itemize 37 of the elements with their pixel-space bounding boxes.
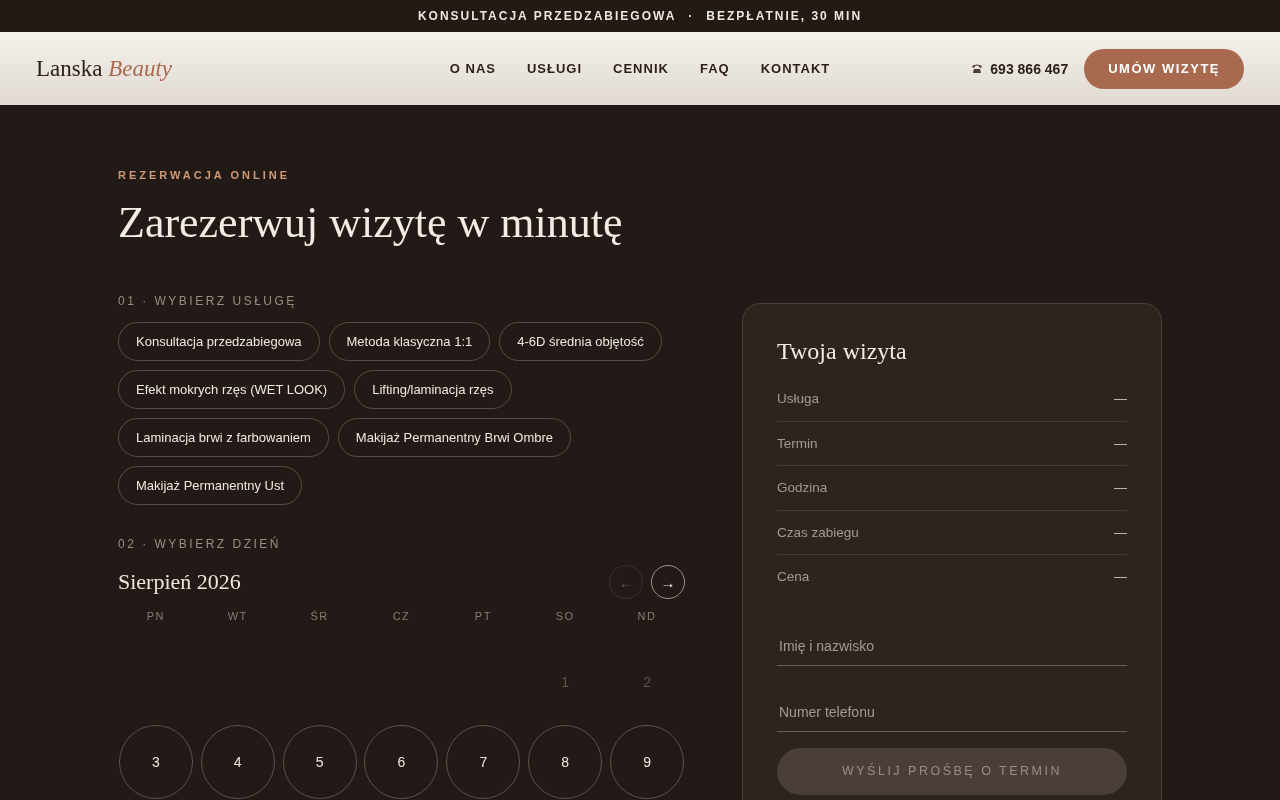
separator-dot: · <box>688 9 695 23</box>
input-field[interactable]: Imię i nazwisko <box>777 619 1127 666</box>
weekday-label: PN <box>146 609 166 624</box>
summary-value: — <box>1114 524 1127 540</box>
logo[interactable]: Lanska Beauty <box>36 55 336 82</box>
summary-label: Cena <box>777 569 810 585</box>
weekday-label: PT <box>474 609 492 624</box>
input-field[interactable]: Numer telefonu <box>777 685 1127 732</box>
weekday-label: SO <box>555 609 575 624</box>
section-eyebrow: REZERWACJA ONLINE <box>118 169 291 181</box>
summary-value: — <box>1114 569 1127 585</box>
summary-label: Termin <box>777 435 818 451</box>
summary-label: Godzina <box>777 480 828 496</box>
nav-link[interactable]: USŁUGI <box>526 61 583 76</box>
weekday-label: WT <box>227 609 248 624</box>
announcement-detail: BEZPŁATNIE, 30 MIN <box>706 9 863 23</box>
summary-value: — <box>1114 435 1127 451</box>
nav-link[interactable]: KONTAKT <box>760 61 831 76</box>
weekday-label: ND <box>637 609 657 624</box>
announcement-text: KONSULTACJA PRZEDZABIEGOWA <box>417 9 677 23</box>
summary-value: — <box>1114 480 1127 496</box>
phone-link[interactable]: 693 866 467 <box>971 60 1069 77</box>
nav-link[interactable]: FAQ <box>699 61 730 76</box>
nav-link[interactable]: O NAS <box>449 61 496 76</box>
summary-value: — <box>1114 391 1127 407</box>
summary-label: Czas zabiegu <box>777 524 859 540</box>
weekday-label: CZ <box>392 609 411 624</box>
step-label: 02 · WYBIERZ DZIEŃ <box>118 537 282 551</box>
step-label: 01 · WYBIERZ USŁUGĘ <box>118 294 298 308</box>
nav-link[interactable]: CENNIK <box>613 61 669 76</box>
phone-icon <box>971 63 984 74</box>
card-title: Twoja wizyta <box>777 338 908 365</box>
month-title: Sierpień 2026 <box>118 569 241 595</box>
book-visit-button[interactable]: UMÓW WIZYTĘ <box>1084 48 1244 89</box>
summary-label: Usługa <box>777 391 820 407</box>
page-heading: Zarezerwuj wizytę w minutę <box>118 197 624 248</box>
weekday-label: ŚR <box>310 609 329 624</box>
